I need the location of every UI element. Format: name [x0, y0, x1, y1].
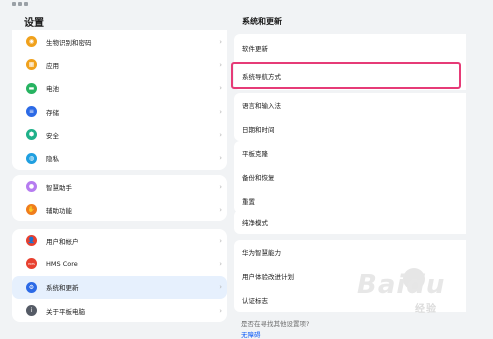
baidu-watermark: Baidu 经验	[355, 264, 493, 319]
settings-item[interactable]: 软件更新	[234, 34, 466, 62]
settings-item[interactable]: 备份和恢复	[234, 165, 466, 189]
user-icon: 👤	[26, 235, 37, 247]
sidebar-item[interactable]: 👤 用户和帐户 ›	[12, 229, 227, 252]
storage-icon: ≡	[26, 106, 37, 118]
sidebar-item[interactable]: i 关于平板电脑 ›	[12, 299, 227, 322]
chevron-right-icon: ›	[219, 60, 222, 69]
settings-group-2: ● 智慧助手 › ✋ 辅助功能 ›	[12, 175, 227, 221]
sidebar-item[interactable]: ≡ 存储 ›	[12, 100, 227, 123]
privacy-icon: ◍	[26, 152, 37, 164]
settings-item[interactable]: 华为智慧能力	[234, 240, 466, 264]
detail-group-1: 软件更新 系统导航方式	[234, 34, 466, 90]
watermark-sub: 经验	[415, 304, 437, 315]
assistant-icon: ●	[26, 181, 37, 193]
sidebar-item[interactable]: ● 智慧助手 ›	[12, 175, 227, 198]
settings-item[interactable]: 纯净模式	[234, 210, 466, 234]
chevron-right-icon: ›	[219, 236, 222, 245]
sidebar-item-label: 生物识别和密码	[46, 38, 92, 47]
sidebar-item[interactable]: HMS HMS Core ›	[12, 252, 227, 275]
sidebar-item[interactable]: ◉ 生物识别和密码 ›	[12, 30, 227, 53]
signal-icon	[12, 2, 16, 6]
sidebar-item-label: 安全	[46, 131, 59, 140]
fingerprint-icon: ◉	[26, 36, 37, 48]
accessibility-icon: ✋	[26, 204, 37, 216]
shield-icon: ⬢	[26, 129, 37, 141]
sidebar-item-label: 存储	[46, 108, 59, 117]
page-title: 设置	[24, 18, 44, 29]
sidebar-item[interactable]: ⚙ 系统和更新 ›	[12, 275, 227, 299]
chevron-right-icon: ›	[219, 306, 222, 315]
sidebar-item-label: 电池	[46, 85, 59, 94]
detail-group-3: 平板克隆 备份和恢复 重置	[234, 141, 466, 213]
settings-group-1: ◉ 生物识别和密码 › ▦ 应用 › ▬ 电池 › ≡ 存储 › ⬢ 安全 › ◍ 隐私 ›	[12, 30, 227, 170]
settings-item[interactable]: 平板克隆	[234, 141, 466, 165]
watermark-text: Baidu	[357, 270, 446, 300]
chevron-right-icon: ›	[219, 37, 222, 46]
sidebar-item[interactable]: ◍ 隐私 ›	[12, 146, 227, 169]
battery-icon	[24, 2, 28, 6]
chevron-right-icon: ›	[219, 283, 222, 292]
battery-icon: ▬	[26, 82, 37, 94]
status-bar	[12, 2, 28, 8]
apps-icon: ▦	[26, 59, 37, 71]
sidebar-item[interactable]: ▬ 电池 ›	[12, 77, 227, 100]
wifi-icon	[18, 2, 22, 6]
sidebar-item-label: 辅助功能	[46, 206, 72, 215]
sidebar-item-label: 关于平板电脑	[46, 307, 85, 316]
footer-question: 是否在寻找其他设置项?	[241, 320, 310, 328]
detail-group-2: 语言和输入法 日期和时间	[234, 93, 466, 141]
settings-item[interactable]: 语言和输入法	[234, 93, 466, 117]
chevron-right-icon: ›	[219, 182, 222, 191]
accessibility-link[interactable]: 无障碍	[241, 329, 261, 339]
hms-core-icon: HMS	[26, 258, 37, 270]
sidebar-item[interactable]: ▦ 应用 ›	[12, 53, 227, 76]
sidebar-item-label: HMS Core	[46, 259, 78, 268]
detail-group-4: 纯净模式	[234, 210, 466, 234]
settings-item[interactable]: 系统导航方式	[234, 62, 466, 90]
chevron-right-icon: ›	[219, 130, 222, 139]
sidebar-item-label: 系统和更新	[46, 284, 79, 293]
sidebar-item-label: 智慧助手	[46, 183, 72, 192]
chevron-right-icon: ›	[219, 107, 222, 116]
chevron-right-icon: ›	[219, 84, 222, 93]
settings-item[interactable]: 日期和时间	[234, 117, 466, 141]
sidebar-item[interactable]: ✋ 辅助功能 ›	[12, 198, 227, 221]
chevron-right-icon: ›	[219, 205, 222, 214]
sidebar-item-label: 隐私	[46, 155, 59, 164]
sidebar-item-label: 应用	[46, 61, 59, 70]
about-icon: i	[26, 305, 37, 317]
system-update-icon: ⚙	[26, 281, 37, 293]
chevron-right-icon: ›	[219, 154, 222, 163]
sidebar-item-label: 用户和帐户	[46, 237, 79, 246]
chevron-right-icon: ›	[219, 259, 222, 268]
sidebar-item[interactable]: ⬢ 安全 ›	[12, 123, 227, 146]
detail-title: 系统和更新	[242, 17, 282, 26]
settings-group-3: 👤 用户和帐户 › HMS HMS Core › ⚙ 系统和更新 › i 关于平板电脑 ›	[12, 229, 227, 322]
